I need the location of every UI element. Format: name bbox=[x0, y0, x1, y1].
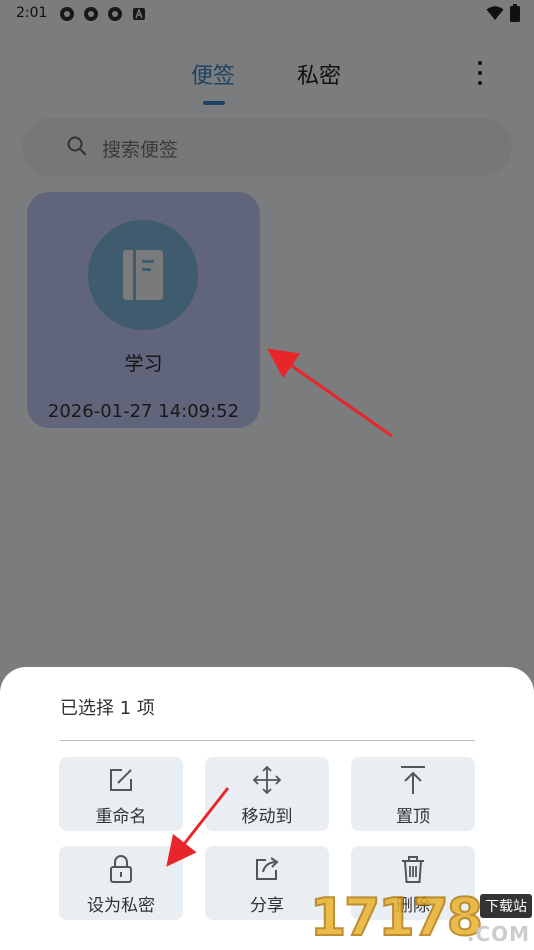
set-private-button[interactable]: 设为私密 bbox=[59, 846, 183, 920]
selection-count: 已选择 1 项 bbox=[60, 698, 155, 719]
move-to-label: 移动到 bbox=[241, 807, 293, 827]
set-private-label: 设为私密 bbox=[87, 896, 155, 916]
rename-label: 重命名 bbox=[95, 807, 147, 827]
share-icon bbox=[205, 854, 329, 884]
watermark-digits: 17178 bbox=[309, 887, 484, 949]
lock-icon bbox=[59, 854, 183, 884]
rename-button[interactable]: 重命名 bbox=[59, 757, 183, 831]
watermark-logo: 17178 下载站 .COM bbox=[309, 886, 534, 950]
delete-icon bbox=[351, 854, 475, 884]
move-icon bbox=[205, 765, 329, 795]
watermark-domain: .COM bbox=[466, 922, 530, 946]
screen: 2:01 便签 私密 搜索便签 学习 bbox=[0, 0, 534, 950]
pin-top-label: 置顶 bbox=[396, 807, 430, 827]
move-to-button[interactable]: 移动到 bbox=[205, 757, 329, 831]
edit-icon bbox=[59, 765, 183, 795]
pin-top-icon bbox=[351, 765, 475, 795]
pin-top-button[interactable]: 置顶 bbox=[351, 757, 475, 831]
divider bbox=[60, 740, 475, 741]
watermark-badge: 下载站 bbox=[480, 894, 532, 918]
